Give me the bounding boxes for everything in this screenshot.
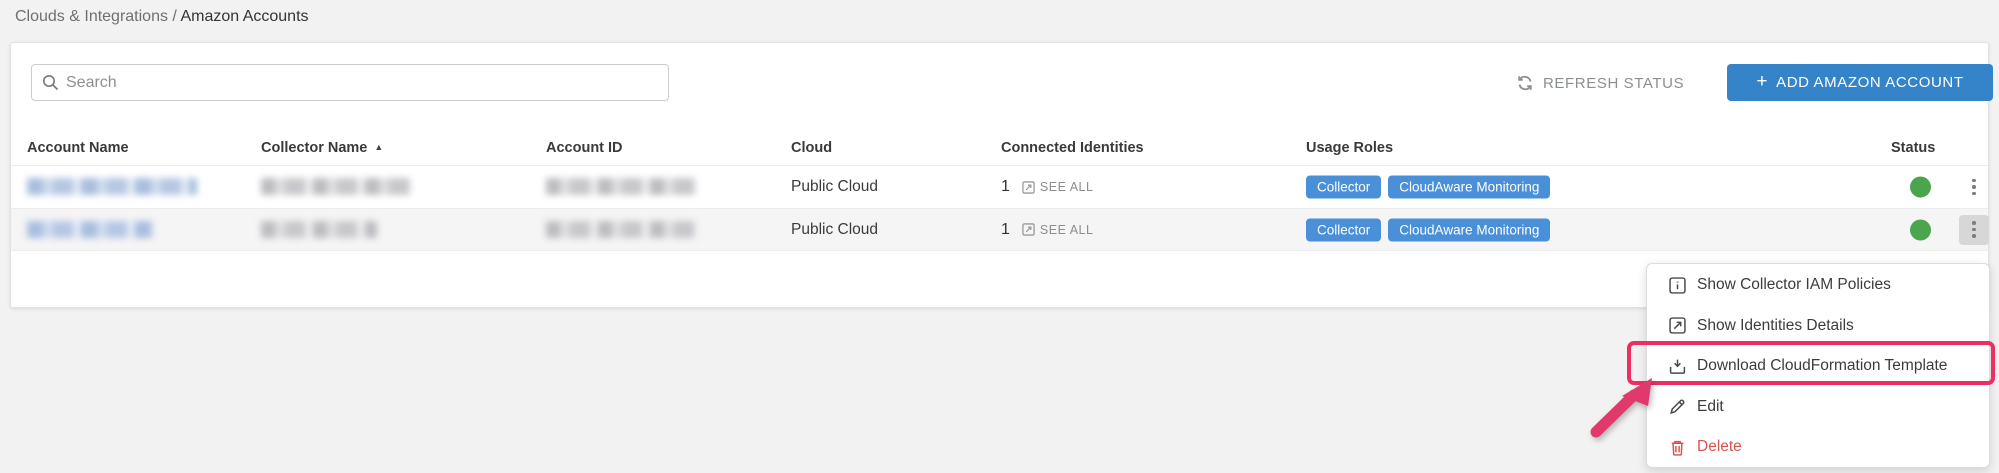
row-actions-menu-button[interactable] [1959, 215, 1989, 245]
see-all-link[interactable]: SEE ALL [1022, 180, 1094, 194]
refresh-status-button[interactable]: REFRESH STATUS [1516, 72, 1684, 94]
collector-name-redacted [261, 221, 377, 239]
trash-icon [1669, 439, 1686, 456]
external-link-icon [1669, 317, 1686, 334]
row-actions-menu-button[interactable] [1959, 172, 1989, 202]
column-header-status[interactable]: Status [1891, 140, 1935, 156]
plus-icon: + [1756, 72, 1768, 91]
account-id-redacted [546, 221, 696, 239]
refresh-icon [1516, 74, 1534, 92]
search-input[interactable] [66, 74, 658, 92]
external-link-icon [1022, 223, 1035, 236]
usage-roles-cell: Collector CloudAware Monitoring [1306, 176, 1550, 199]
identity-count: 1 [1001, 178, 1010, 196]
menu-item-show-collector-iam-policies[interactable]: Show Collector IAM Policies [1647, 265, 1989, 306]
search-box[interactable] [31, 64, 669, 101]
cloud-cell: Public Cloud [791, 221, 878, 239]
account-id-redacted [546, 178, 696, 196]
table-row: Public Cloud 1 SEE ALL Collector CloudAw… [11, 208, 1988, 251]
breadcrumb-section[interactable]: Clouds & Integrations [15, 8, 168, 25]
refresh-status-label: REFRESH STATUS [1543, 75, 1684, 92]
menu-item-show-identities-details[interactable]: Show Identities Details [1647, 306, 1989, 347]
sort-asc-icon: ▲ [374, 142, 383, 152]
account-name-link-redacted[interactable] [27, 178, 197, 196]
info-square-icon [1669, 277, 1686, 294]
table-row: Public Cloud 1 SEE ALL Collector CloudAw… [11, 165, 1988, 208]
breadcrumb-current: Amazon Accounts [180, 8, 308, 25]
role-badge-monitoring: CloudAware Monitoring [1388, 176, 1550, 199]
account-name-link-redacted[interactable] [27, 221, 153, 239]
column-header-account-name[interactable]: Account Name [27, 140, 129, 156]
connected-identities-cell: 1 SEE ALL [1001, 178, 1093, 196]
status-ok-indicator [1910, 177, 1931, 198]
page: { "breadcrumb": { "section": "Clouds & I… [0, 0, 1999, 473]
collector-name-redacted [261, 178, 411, 196]
column-header-collector-name[interactable]: Collector Name▲ [261, 140, 383, 156]
role-badge-monitoring: CloudAware Monitoring [1388, 218, 1550, 241]
role-badge-collector: Collector [1306, 218, 1381, 241]
breadcrumb: Clouds & Integrations / Amazon Accounts [15, 8, 309, 26]
see-all-link[interactable]: SEE ALL [1022, 223, 1094, 237]
column-header-usage-roles[interactable]: Usage Roles [1306, 140, 1393, 156]
cloud-cell: Public Cloud [791, 178, 878, 196]
menu-item-download-cloudformation-template[interactable]: Download CloudFormation Template [1647, 346, 1989, 387]
connected-identities-cell: 1 SEE ALL [1001, 221, 1093, 239]
role-badge-collector: Collector [1306, 176, 1381, 199]
menu-item-delete[interactable]: Delete [1647, 427, 1989, 468]
column-header-connected-identities[interactable]: Connected Identities [1001, 140, 1144, 156]
row-actions-context-menu: Show Collector IAM Policies Show Identit… [1646, 263, 1990, 468]
status-ok-indicator [1910, 219, 1931, 240]
pencil-icon [1669, 398, 1686, 415]
breadcrumb-separator: / [168, 8, 180, 25]
add-amazon-account-label: ADD AMAZON ACCOUNT [1776, 74, 1963, 91]
identity-count: 1 [1001, 221, 1010, 239]
external-link-icon [1022, 181, 1035, 194]
add-amazon-account-button[interactable]: + ADD AMAZON ACCOUNT [1727, 64, 1993, 101]
search-icon [42, 74, 59, 91]
download-icon [1669, 358, 1686, 375]
column-header-account-id[interactable]: Account ID [546, 140, 623, 156]
usage-roles-cell: Collector CloudAware Monitoring [1306, 218, 1550, 241]
column-header-cloud[interactable]: Cloud [791, 140, 832, 156]
table-header: Account Name Collector Name▲ Account ID … [11, 131, 1988, 165]
menu-item-edit[interactable]: Edit [1647, 387, 1989, 428]
